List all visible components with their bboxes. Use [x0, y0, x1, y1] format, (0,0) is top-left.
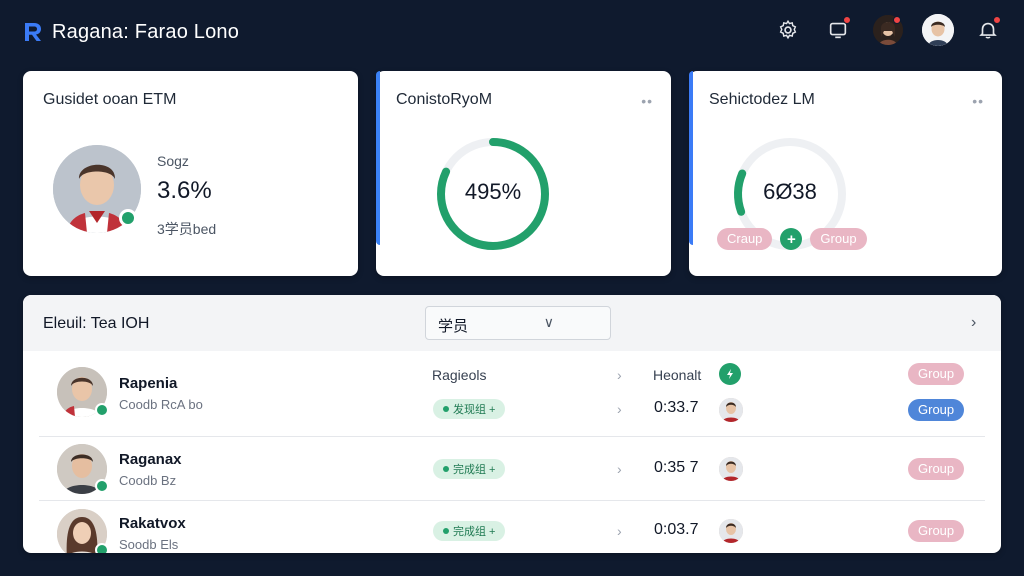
- group-pill[interactable]: Group: [908, 399, 965, 421]
- app-title: Ragana: Farao Lono: [52, 20, 240, 43]
- card-accent-bar: [376, 71, 380, 245]
- card-title: Sehictodez LM: [709, 91, 815, 108]
- row-time: 0:35 7: [654, 459, 699, 476]
- tag-pill[interactable]: 完成组 +: [433, 459, 506, 479]
- selector-card: Sehictodez LM •• 6Ø38 Craup + Group: [689, 71, 1002, 276]
- notification-dot: [993, 16, 1001, 24]
- stat-label: Sogz: [157, 153, 189, 169]
- chevron-down-icon: ∨: [543, 314, 554, 330]
- chevron-right-icon[interactable]: ›: [617, 401, 622, 417]
- row-sub: Soodb Els: [119, 537, 179, 552]
- card-menu-icon[interactable]: ••: [641, 93, 653, 109]
- table-row[interactable]: Rapenia Coodb RcA bo Ragieols › Heonalt …: [39, 351, 985, 437]
- group-pill[interactable]: Group: [908, 520, 965, 542]
- notification-dot: [893, 16, 901, 24]
- online-status-icon: [95, 543, 109, 553]
- mini-avatar: [719, 519, 743, 543]
- online-status-icon: [95, 479, 109, 493]
- tag-pill[interactable]: 发现组 +: [433, 399, 506, 419]
- top-actions: [772, 14, 1004, 46]
- user-avatar: [922, 14, 954, 46]
- progress-percent: 495%: [464, 179, 522, 204]
- craup-pill[interactable]: Craup: [717, 228, 773, 250]
- row-time: 0:33.7: [654, 399, 699, 416]
- settings-icon: [779, 19, 797, 40]
- selector-controls: Craup + Group: [717, 228, 867, 250]
- chevron-right-icon[interactable]: ›: [617, 367, 622, 383]
- group-pill[interactable]: Group: [908, 458, 965, 480]
- row-sub: Coodb Bz: [119, 473, 177, 488]
- row-name: Raganax: [119, 451, 182, 468]
- online-status-icon: [95, 403, 109, 417]
- column-header-a: Ragieols: [432, 367, 487, 383]
- tag-pill[interactable]: 完成组 +: [433, 521, 506, 541]
- mini-avatar: [719, 457, 743, 481]
- table-row[interactable]: Raganax Coodb Bz 完成组 + › 0:35 7 Group: [39, 437, 985, 501]
- stat-sub: 3学员bed: [157, 221, 217, 237]
- user-avatar-button-1[interactable]: [872, 14, 904, 46]
- notification-dot: [843, 16, 851, 24]
- logo-icon: [25, 23, 41, 41]
- row-time: 0:03.7: [654, 521, 699, 538]
- online-status-icon: [119, 209, 137, 227]
- team-list-card: Eleuil: Tea IOH 学员 ∨ › Rapenia Coodb RcA…: [23, 295, 1001, 553]
- filter-value: 学员: [438, 318, 469, 335]
- chevron-right-icon[interactable]: ›: [617, 523, 622, 539]
- notifications-button[interactable]: [972, 14, 1004, 46]
- user-avatar-button-2[interactable]: [922, 14, 954, 46]
- card-accent-bar: [689, 71, 693, 245]
- monitor-button[interactable]: [822, 14, 854, 46]
- group-pill[interactable]: Group: [810, 228, 867, 250]
- top-bar: Ragana: Farao Lono: [0, 0, 1024, 64]
- list-header: Eleuil: Tea IOH 学员 ∨ ›: [23, 295, 1001, 351]
- selector-value: 6Ø38: [763, 179, 817, 204]
- table-row[interactable]: Rakatvox Soodb Els 完成组 + › 0:03.7 Group: [39, 501, 985, 553]
- chevron-right-icon[interactable]: ›: [971, 314, 976, 332]
- profile-card: Gusidet ooan ETM Sogz 3.6% 3学员bed: [23, 71, 358, 276]
- list-title: Eleuil: Tea IOH: [43, 315, 150, 332]
- progress-card: ConistoRyoM •• 495%: [376, 71, 671, 276]
- settings-button[interactable]: [772, 14, 804, 46]
- column-header-b: Heonalt: [653, 367, 702, 383]
- chevron-right-icon[interactable]: ›: [617, 461, 622, 477]
- stat-value: 3.6%: [157, 177, 212, 204]
- filter-select[interactable]: 学员 ∨: [425, 306, 611, 340]
- group-pill[interactable]: Group: [908, 363, 965, 385]
- bolt-icon: [719, 363, 741, 385]
- row-sub: Coodb RcA bo: [119, 397, 203, 412]
- card-title: ConistoRyoM: [396, 91, 493, 108]
- add-icon[interactable]: +: [780, 228, 803, 250]
- mini-avatar: [719, 398, 743, 422]
- row-name: Rakatvox: [119, 515, 186, 532]
- row-name: Rapenia: [119, 375, 178, 392]
- card-title: Gusidet ooan ETM: [43, 91, 177, 108]
- card-menu-icon[interactable]: ••: [972, 93, 984, 109]
- logo: Ragana: Farao Lono: [22, 21, 239, 44]
